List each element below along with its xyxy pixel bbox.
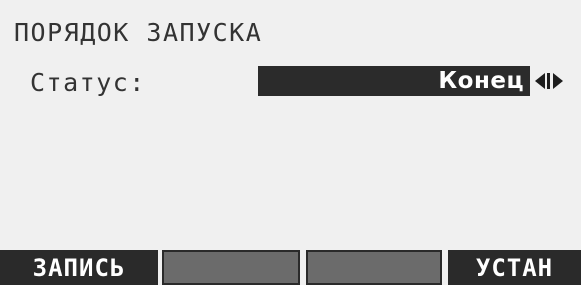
status-select[interactable]: Конец <box>258 66 530 96</box>
status-label: Статус: <box>30 68 146 97</box>
softkey-bar: ЗАПИСЬ УСТАН <box>0 250 581 285</box>
left-right-arrows-icon[interactable] <box>532 67 566 95</box>
softkey-3-button[interactable] <box>306 250 442 285</box>
softkey-2-button[interactable] <box>162 250 300 285</box>
softkey-record-button[interactable]: ЗАПИСЬ <box>0 250 158 285</box>
page-title: ПОРЯДОК ЗАПУСКА <box>14 18 263 47</box>
softkey-set-button[interactable]: УСТАН <box>448 250 581 285</box>
status-value: Конец <box>438 68 524 94</box>
device-screen: ПОРЯДОК ЗАПУСКА Статус: Конец ЗАПИСЬ УСТ… <box>0 0 581 285</box>
left-right-arrows-icon-svg <box>535 73 563 89</box>
